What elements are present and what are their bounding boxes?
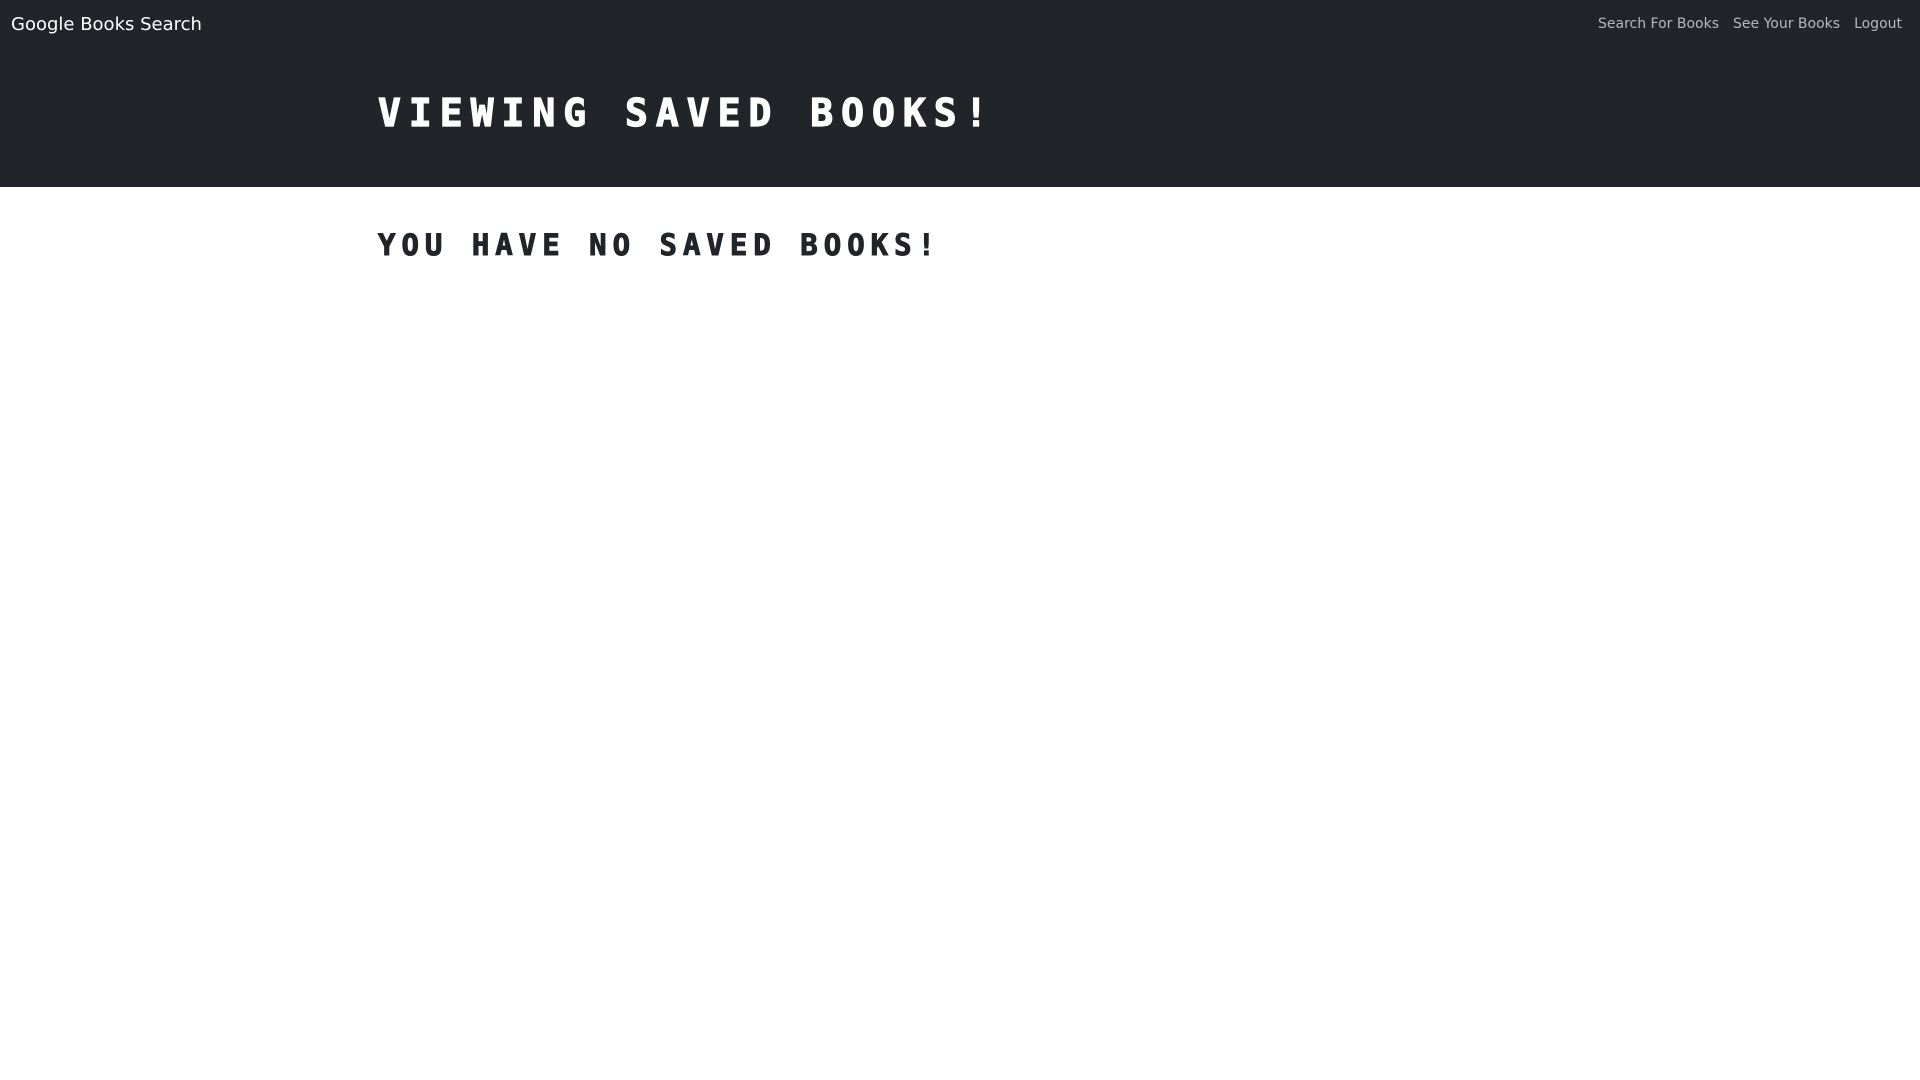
main-nav: Search For Books See Your Books Logout: [1598, 14, 1902, 34]
nav-see-your-books[interactable]: See Your Books: [1733, 14, 1840, 34]
empty-state-message: You have no saved books!: [377, 228, 942, 263]
page-title: Viewing saved books!: [377, 90, 996, 135]
top-banner: Google Books Search Search For Books See…: [0, 0, 1920, 187]
nav-search-for-books[interactable]: Search For Books: [1598, 14, 1719, 34]
nav-logout[interactable]: Logout: [1854, 14, 1902, 34]
brand-link[interactable]: Google Books Search: [11, 13, 202, 37]
